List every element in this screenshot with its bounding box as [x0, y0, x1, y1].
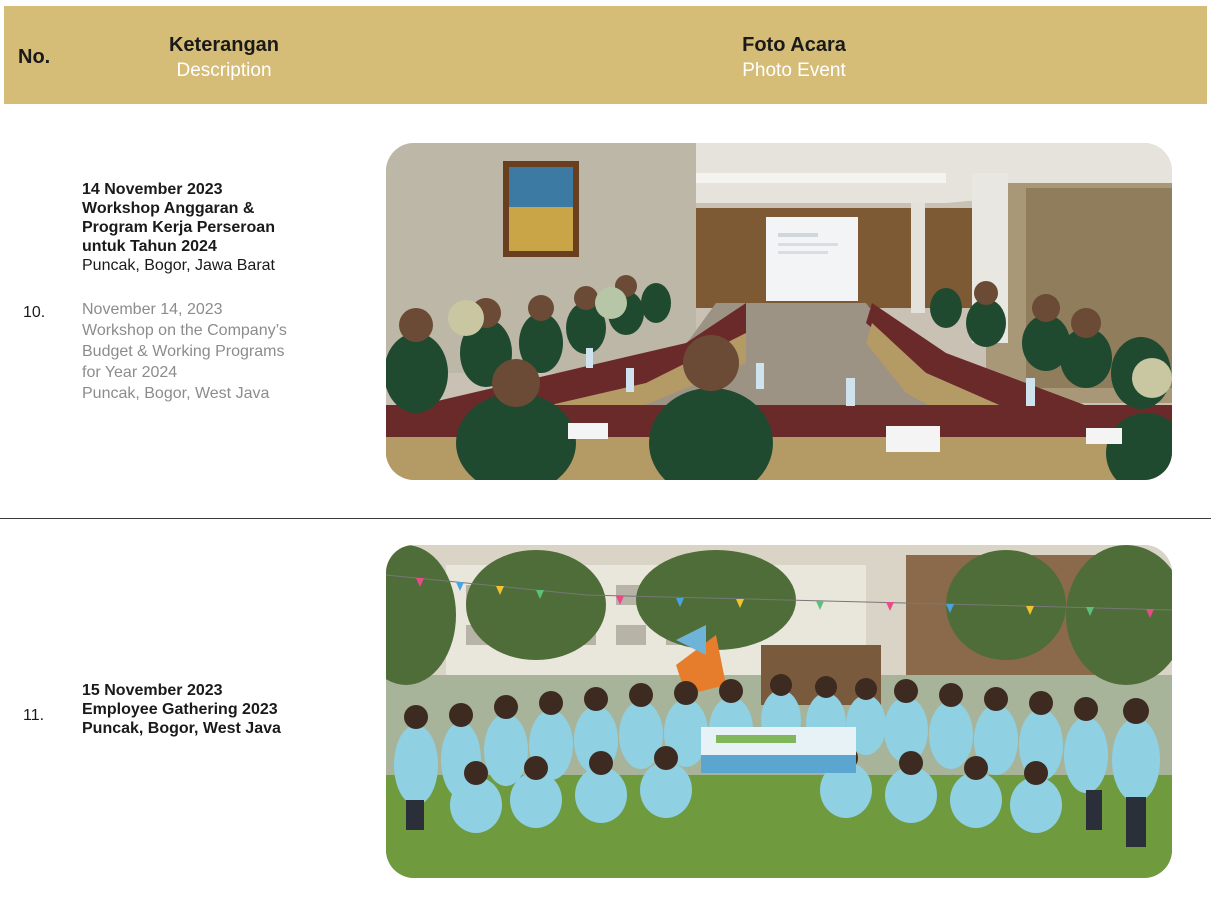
row-en-date: November 14, 2023 [82, 301, 223, 318]
event-photo-gathering [386, 545, 1172, 878]
row-number: 10. [23, 304, 46, 321]
row-en-line: Workshop on the Company’s [82, 322, 287, 339]
row-location: Puncak, Bogor, Jawa Barat [82, 257, 275, 274]
row-title-line: Program Kerja Perseroan [82, 219, 275, 236]
row-en-line: for Year 2024 [82, 364, 178, 381]
row-en-location: Puncak, Bogor, West Java [82, 385, 270, 402]
header-no: No. [18, 46, 51, 68]
row-title-line: untuk Tahun 2024 [82, 238, 217, 255]
row-divider [0, 518, 1211, 519]
table-header: No. Keterangan Description Foto Acara Ph… [4, 6, 1207, 104]
header-photo: Foto Acara Photo Event [694, 32, 894, 84]
header-description-label-en: Description [176, 60, 272, 81]
header-photo-label: Foto Acara [742, 34, 846, 56]
row-title-line: Employee Gathering 2023 [82, 701, 278, 718]
row-title-line: Workshop Anggaran & [82, 200, 255, 217]
header-photo-label-en: Photo Event [742, 60, 846, 81]
row-location: Puncak, Bogor, West Java [82, 720, 281, 737]
row-description: 14 November 2023 Workshop Anggaran & Pro… [82, 180, 372, 404]
row-description: 15 November 2023 Employee Gathering 2023… [82, 681, 372, 738]
row-number: 11. [23, 707, 45, 724]
header-description-label: Keterangan [168, 34, 280, 56]
row-title-date: 15 November 2023 [82, 682, 223, 699]
row-en-line: Budget & Working Programs [82, 343, 285, 360]
event-photo-workshop [386, 143, 1172, 480]
row-title-date: 14 November 2023 [82, 181, 223, 198]
header-description: Keterangan Description [144, 32, 304, 84]
